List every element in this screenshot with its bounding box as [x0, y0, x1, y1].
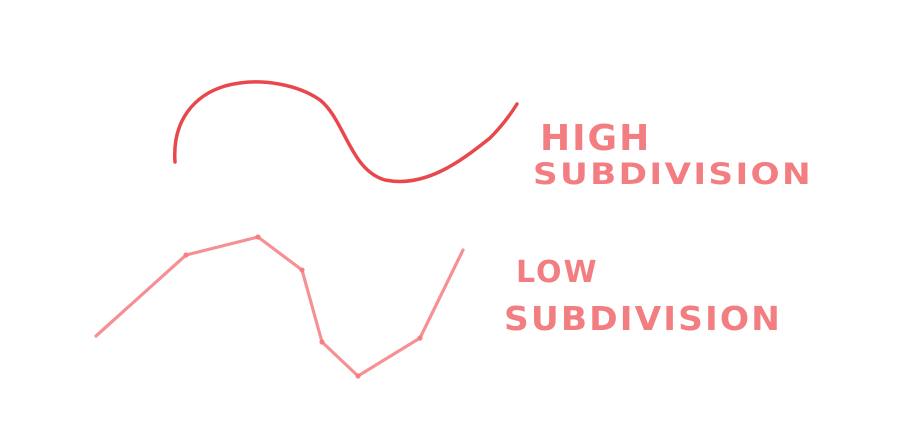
- vertex-dot: [183, 252, 189, 258]
- high-subdivision-curve: [173, 80, 519, 184]
- vertex-dot: [299, 267, 305, 273]
- low-subdivision-label-line1: LOW: [516, 255, 599, 290]
- high-subdivision-label-line1: HIGH: [540, 118, 651, 159]
- sketch-canvas: HIGH SUBDIVISION LOW SUBDIVISION: [94, 80, 813, 379]
- vertex-dot: [355, 373, 361, 379]
- vertex-dot: [255, 234, 261, 240]
- high-subdivision-label-line2: SUBDIVISION: [533, 157, 813, 191]
- vertex-dot: [417, 335, 423, 341]
- low-subdivision-label-line2: SUBDIVISION: [504, 299, 782, 338]
- low-subdivision-polyline: [94, 235, 465, 378]
- vertex-dot: [319, 339, 325, 345]
